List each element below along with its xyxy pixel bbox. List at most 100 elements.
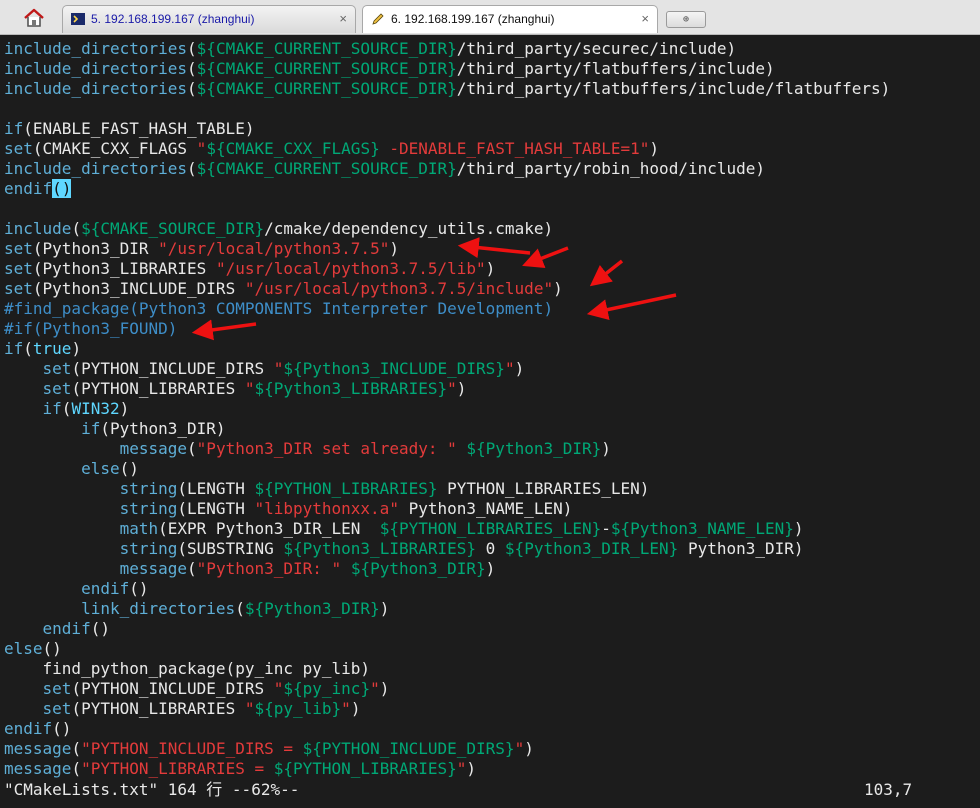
code-line: set(PYTHON_INCLUDE_DIRS "${py_inc}") (4, 679, 390, 699)
code-token: /third_party/flatbuffers/include/flatbuf… (456, 79, 891, 98)
code-token: ( (61, 399, 72, 418)
code-token: math (119, 519, 159, 538)
code-token: ${Python3_DIR_LEN} (504, 539, 679, 558)
code-token: (LENGTH (177, 499, 255, 518)
home-button[interactable] (14, 6, 54, 30)
code-token: " (273, 359, 284, 378)
code-token: ( (71, 219, 82, 238)
code-token: string (119, 479, 178, 498)
close-icon[interactable]: × (641, 6, 649, 32)
new-tab-button[interactable]: ⊕ (666, 11, 706, 28)
code-line: include_directories(${CMAKE_CURRENT_SOUR… (4, 79, 890, 99)
code-token: include_directories (4, 79, 188, 98)
code-token: " (273, 679, 284, 698)
code-token: set (4, 239, 33, 258)
code-token: (Python3_INCLUDE_DIRS (32, 279, 245, 298)
code-token: ) (350, 699, 361, 718)
code-token: " (456, 759, 467, 778)
code-token: " (504, 359, 515, 378)
code-token: ${Python3_NAME_LEN} (610, 519, 794, 538)
code-token: find_python_package(py_inc py_lib) (4, 659, 371, 678)
code-token: (PYTHON_LIBRARIES (71, 699, 245, 718)
code-token: ${py_inc} (283, 679, 371, 698)
code-token: () (52, 719, 72, 738)
code-token: (PYTHON_LIBRARIES (71, 379, 245, 398)
code-token: ) (524, 739, 534, 758)
code-token: (Python3_DIR) (100, 419, 226, 438)
code-token: ) (389, 239, 399, 258)
tab-session-5[interactable]: 5. 192.168.199.167 (zhanghui) × (62, 5, 356, 33)
code-token: () (129, 579, 149, 598)
code-token: /cmake/dependency_utils.cmake) (264, 219, 554, 238)
code-token: ( (23, 339, 33, 358)
terminal-editor[interactable]: include_directories(${CMAKE_CURRENT_SOUR… (0, 35, 980, 785)
code-token: set (4, 259, 33, 278)
code-token: "PYTHON_LIBRARIES = (81, 759, 274, 778)
close-icon[interactable]: × (339, 6, 347, 32)
code-token: WIN32 (71, 399, 120, 418)
code-token: ${CMAKE_SOURCE_DIR} (81, 219, 265, 238)
code-token: true (32, 339, 72, 358)
code-token: (CMAKE_CXX_FLAGS (32, 139, 197, 158)
code-token: else (81, 459, 120, 478)
code-token: ( (187, 39, 197, 58)
code-token: else (4, 639, 43, 658)
code-token: ${CMAKE_CXX_FLAGS} (206, 139, 380, 158)
code-token: ( (187, 79, 197, 98)
code-line: message("Python3_DIR: " ${Python3_DIR}) (4, 559, 496, 579)
code-line: if(ENABLE_FAST_HASH_TABLE) (4, 119, 254, 139)
code-token: (Python3_DIR (32, 239, 159, 258)
tab-session-6[interactable]: 6. 192.168.199.167 (zhanghui) × (362, 5, 658, 33)
code-token: if (4, 119, 24, 138)
code-token: - (601, 519, 611, 538)
code-line: if(true) (4, 339, 81, 359)
code-token: #find_package(Python3 COMPONENTS Interpr… (4, 299, 554, 318)
home-icon (24, 8, 44, 27)
tab-bar: 5. 192.168.199.167 (zhanghui) × 6. 192.1… (0, 0, 980, 35)
code-token: message (4, 739, 72, 758)
code-token: (PYTHON_INCLUDE_DIRS (71, 359, 274, 378)
code-token: include_directories (4, 159, 188, 178)
code-line: else() (4, 459, 139, 479)
code-token: /third_party/flatbuffers/include) (456, 59, 775, 78)
code-token: ) (793, 519, 804, 538)
code-token: ${CMAKE_CURRENT_SOURCE_DIR} (196, 59, 457, 78)
code-line: set(PYTHON_LIBRARIES "${Python3_LIBRARIE… (4, 379, 467, 399)
code-token: ) (379, 679, 390, 698)
code-token: "PYTHON_INCLUDE_DIRS = (81, 739, 303, 758)
code-token: ${py_lib} (254, 699, 342, 718)
code-token: ( (71, 739, 82, 758)
code-token: Python3_DIR) (678, 539, 804, 558)
code-token: message (119, 439, 188, 458)
code-token: ${Python3_INCLUDE_DIRS} (283, 359, 505, 378)
code-token: include (4, 219, 72, 238)
code-line: string(SUBSTRING ${Python3_LIBRARIES} 0 … (4, 539, 804, 559)
code-token: set (42, 699, 72, 718)
code-token: " (370, 679, 380, 698)
code-token: "/usr/local/python3.7.5/include" (244, 279, 554, 298)
code-token: ( (187, 59, 197, 78)
code-token: ( (187, 159, 197, 178)
code-token: () (119, 459, 139, 478)
code-line: endif() (4, 619, 110, 639)
code-token: -DENABLE_FAST_HASH_TABLE=1" (379, 139, 650, 158)
code-token: " (514, 739, 525, 758)
code-token: ) (71, 339, 82, 358)
code-line: message("PYTHON_LIBRARIES = ${PYTHON_LIB… (4, 759, 476, 779)
code-line: include_directories(${CMAKE_CURRENT_SOUR… (4, 59, 775, 79)
code-token: ( (71, 759, 82, 778)
code-token: (ENABLE_FAST_HASH_TABLE) (23, 119, 255, 138)
code-token: string (119, 539, 178, 558)
tab-label: 5. 192.168.199.167 (zhanghui) (91, 12, 255, 26)
code-line: link_directories(${Python3_DIR}) (4, 599, 389, 619)
code-line: endif() (4, 179, 72, 199)
code-token: endif (42, 619, 91, 638)
vim-status-line: "CMakeLists.txt" 164 行 --62%-- 103,7 (0, 778, 980, 802)
